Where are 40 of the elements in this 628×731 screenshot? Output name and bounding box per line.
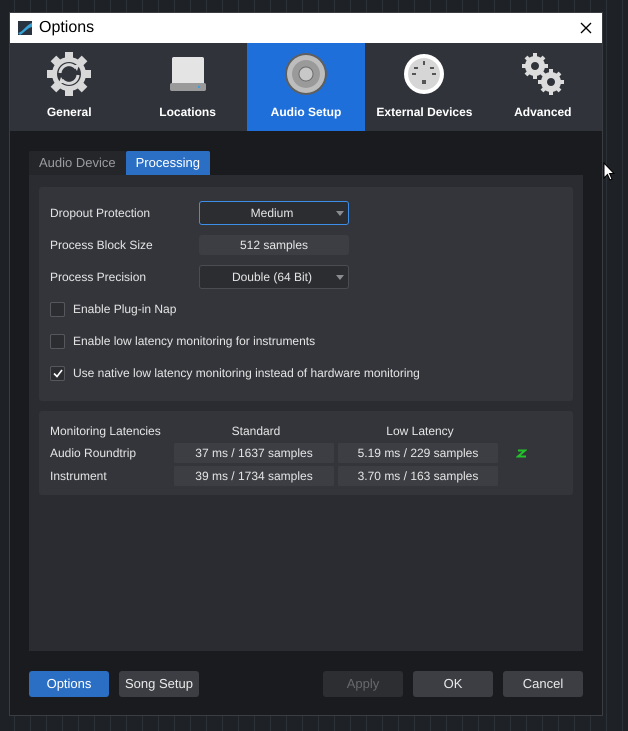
column-header: Low Latency (385, 423, 455, 440)
app-logo-icon (18, 21, 32, 35)
dialog-button[interactable]: Song Setup (119, 671, 199, 697)
latency-value: 39 ms / 1734 samples (174, 466, 334, 486)
speaker-icon (284, 52, 328, 96)
checkbox-label: Enable low latency monitoring for instruments (73, 333, 316, 350)
column-header: Monitoring Latencies (50, 423, 162, 440)
settings-tab[interactable]: Processing (126, 151, 210, 175)
checkbox-label: Enable Plug-in Nap (73, 301, 176, 318)
setting-label: Process Precision (50, 269, 148, 286)
latency-value: 37 ms / 1637 samples (174, 443, 334, 463)
settings-tab[interactable]: Audio Device (29, 151, 126, 175)
dropdown[interactable]: Double (64 Bit) (199, 265, 349, 289)
row-label: Instrument (50, 468, 108, 485)
caret-icon (336, 211, 344, 216)
latency-value: 3.70 ms / 163 samples (338, 466, 498, 486)
setting-label: Process Block Size (50, 237, 154, 254)
drive-icon (168, 55, 207, 93)
caret-icon (336, 275, 344, 280)
close-icon[interactable] (580, 22, 592, 34)
dialog-button[interactable]: Options (29, 671, 109, 697)
gears-icon (520, 52, 565, 96)
checkbox[interactable] (50, 334, 65, 348)
value-readout: 512 samples (199, 235, 349, 255)
window-title: Options (39, 18, 94, 38)
dialog-button[interactable]: OK (413, 671, 493, 697)
midi-port-icon (403, 53, 446, 95)
cursor-icon (603, 162, 615, 181)
dialog-button[interactable]: Cancel (503, 671, 583, 697)
check-icon (52, 368, 62, 378)
latency-value: 5.19 ms / 229 samples (338, 443, 498, 463)
checkbox[interactable] (50, 366, 65, 380)
dropdown[interactable]: Medium (199, 201, 349, 225)
column-header: Standard (230, 423, 282, 440)
setting-label: Dropout Protection (50, 205, 152, 222)
checkbox[interactable] (50, 302, 65, 316)
category-tab[interactable]: Audio Setup (246, 43, 366, 131)
checkbox-label: Use native low latency monitoring instead of hardware monitoring (73, 365, 420, 382)
row-label: Audio Roundtrip (50, 445, 138, 462)
gear-sync-icon (46, 51, 92, 97)
